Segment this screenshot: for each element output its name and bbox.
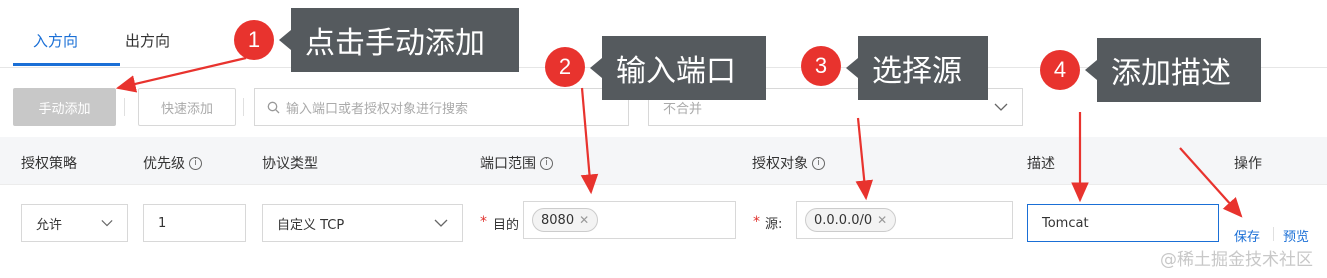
search-icon [267, 101, 280, 113]
close-icon[interactable]: ✕ [579, 213, 589, 227]
divider [243, 98, 244, 116]
info-icon: i [189, 156, 202, 170]
tab-inbound[interactable]: 入方向 [33, 30, 78, 51]
required-mark: * [753, 214, 760, 230]
step-2-badge: 2 [545, 47, 585, 87]
info-icon: i [540, 156, 553, 170]
step-3-callout: 选择源 [858, 36, 988, 100]
merge-select-value: 不合并 [663, 101, 703, 117]
description-input[interactable]: Tomcat [1027, 204, 1219, 242]
divider [1273, 227, 1274, 241]
step-1-callout: 点击手动添加 [291, 8, 519, 72]
port-label: 目的 [493, 218, 520, 233]
step-3-badge: 3 [801, 46, 841, 86]
policy-value: 允许 [36, 217, 63, 233]
priority-value: 1 [158, 215, 167, 231]
port-tag[interactable]: 8080 ✕ [532, 208, 599, 232]
close-icon[interactable]: ✕ [877, 213, 887, 227]
manual-add-button[interactable]: 手动添加 [13, 88, 116, 126]
tab-outbound[interactable]: 出方向 [125, 30, 170, 51]
header-auth-object: 授权对象 i [752, 153, 825, 173]
protocol-value: 自定义 TCP [277, 217, 345, 233]
chevron-down-icon [434, 219, 448, 227]
policy-select[interactable]: 允许 [21, 204, 128, 242]
active-tab-indicator [13, 63, 120, 66]
source-input[interactable]: 0.0.0.0/0 ✕ [796, 201, 1013, 239]
header-actions: 操作 [1234, 156, 1262, 172]
header-port-range: 端口范围 i [480, 153, 553, 173]
chevron-down-icon [101, 220, 113, 227]
step-4-badge: 4 [1040, 50, 1080, 90]
divider [124, 98, 125, 116]
header-priority: 优先级 i [143, 153, 202, 173]
info-icon: i [812, 156, 825, 170]
search-input[interactable]: 输入端口或者授权对象进行搜索 [254, 88, 629, 126]
save-link[interactable]: 保存 [1234, 226, 1260, 245]
quick-add-button[interactable]: 快速添加 [138, 88, 236, 126]
header-description: 描述 [1027, 156, 1055, 172]
preview-link[interactable]: 预览 [1283, 226, 1309, 245]
watermark: @稀土掘金技术社区 [1160, 250, 1313, 270]
search-placeholder: 输入端口或者授权对象进行搜索 [286, 101, 469, 117]
header-policy: 授权策略 [21, 156, 77, 172]
port-input[interactable]: 8080 ✕ [523, 201, 736, 239]
chevron-down-icon [994, 103, 1008, 111]
required-mark: * [480, 214, 487, 230]
source-tag[interactable]: 0.0.0.0/0 ✕ [805, 208, 897, 232]
protocol-select[interactable]: 自定义 TCP [262, 204, 463, 242]
step-1-badge: 1 [234, 20, 274, 60]
step-2-callout: 输入端口 [602, 36, 766, 100]
source-label: 源: [765, 217, 783, 232]
header-protocol: 协议类型 [262, 156, 318, 172]
step-4-callout: 添加描述 [1097, 38, 1261, 102]
table-header: 授权策略 优先级 i 协议类型 端口范围 i 授权对象 i 描述 操作 [0, 137, 1327, 185]
description-value: Tomcat [1042, 215, 1089, 231]
priority-input[interactable]: 1 [143, 204, 246, 242]
